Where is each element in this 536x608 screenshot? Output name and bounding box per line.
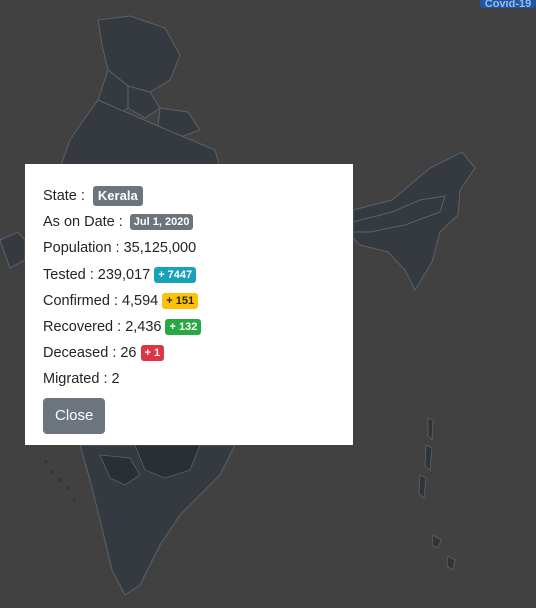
population-label: Population : bbox=[43, 240, 120, 257]
island-nicobar-1 bbox=[431, 534, 442, 549]
population-value: 35,125,000 bbox=[123, 240, 197, 257]
date-row: As on Date : Jul 1, 2020 bbox=[43, 209, 335, 235]
migrated-label: Migrated : bbox=[43, 371, 108, 388]
island-lakshadweep-2 bbox=[50, 470, 54, 474]
map-region-himachal[interactable] bbox=[127, 85, 161, 119]
tested-value: 239,017 bbox=[97, 266, 151, 283]
tested-label: Tested : bbox=[43, 266, 94, 283]
state-badge: Kerala bbox=[92, 186, 143, 207]
confirmed-delta-badge: + 151 bbox=[162, 292, 199, 309]
recovered-value: 2,436 bbox=[125, 319, 162, 336]
migrated-value: 2 bbox=[111, 371, 120, 388]
island-lakshadweep-4 bbox=[66, 486, 70, 490]
island-andaman-2 bbox=[424, 444, 433, 471]
migrated-row: Migrated : 2 bbox=[43, 366, 335, 392]
date-label: As on Date : bbox=[43, 214, 123, 231]
confirmed-value: 4,594 bbox=[121, 292, 159, 309]
deceased-label: Deceased : bbox=[43, 345, 117, 362]
state-row: State : Kerala bbox=[43, 183, 335, 209]
island-nicobar-2 bbox=[446, 555, 456, 571]
island-lakshadweep-3 bbox=[58, 478, 62, 482]
population-row: Population : 35,125,000 bbox=[43, 235, 335, 261]
recovered-delta-badge: + 132 bbox=[165, 319, 202, 336]
tested-delta-badge: + 7447 bbox=[154, 266, 197, 283]
deceased-delta-badge: + 1 bbox=[140, 345, 165, 362]
corner-button-label: Covid-19 bbox=[484, 0, 532, 8]
deceased-row: Deceased : 26 + 1 bbox=[43, 340, 335, 366]
recovered-row: Recovered : 2,436 + 132 bbox=[43, 314, 335, 340]
corner-button[interactable]: Covid-19 bbox=[480, 0, 536, 8]
island-andaman-3 bbox=[418, 474, 427, 499]
island-lakshadweep-5 bbox=[72, 498, 76, 502]
map-islands-lakshadweep bbox=[44, 460, 76, 502]
close-button[interactable]: Close bbox=[43, 397, 106, 434]
state-label: State : bbox=[43, 188, 85, 205]
confirmed-row: Confirmed : 4,594 + 151 bbox=[43, 288, 335, 314]
recovered-label: Recovered : bbox=[43, 319, 122, 336]
map-region-rajasthan-west[interactable] bbox=[0, 231, 26, 269]
tested-row: Tested : 239,017 + 7447 bbox=[43, 262, 335, 288]
state-details-modal: State : Kerala As on Date : Jul 1, 2020 … bbox=[25, 164, 353, 445]
deceased-value: 26 bbox=[120, 345, 137, 362]
date-badge: Jul 1, 2020 bbox=[129, 214, 194, 231]
map-islands-andaman bbox=[418, 417, 456, 571]
island-andaman-1 bbox=[427, 417, 434, 441]
confirmed-label: Confirmed : bbox=[43, 292, 118, 309]
island-lakshadweep-1 bbox=[44, 460, 48, 464]
